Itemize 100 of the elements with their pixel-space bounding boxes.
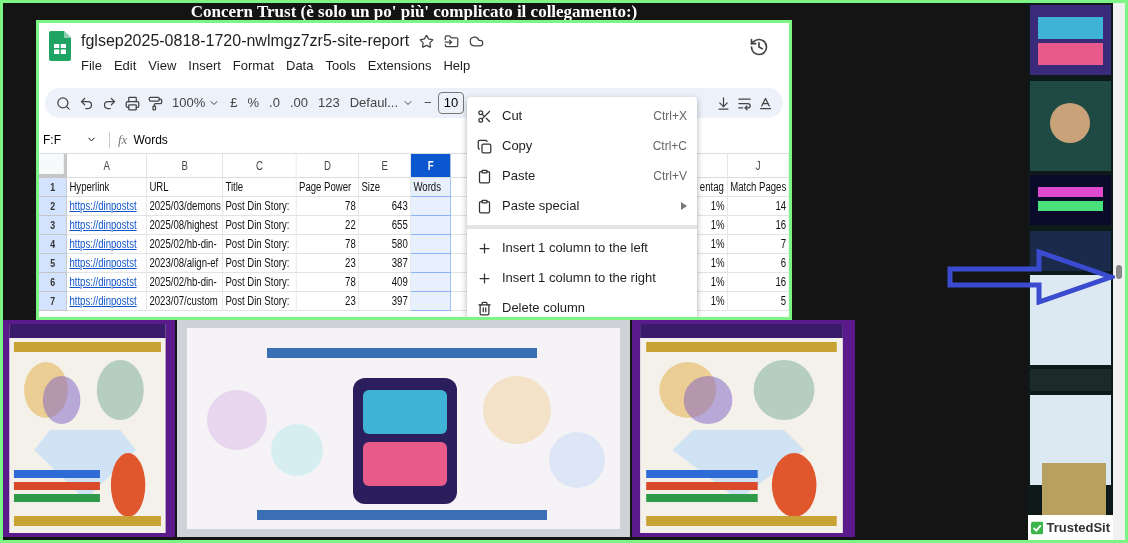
table-cell: Post Din Story: (223, 197, 297, 216)
table-cell: Post Din Story: (223, 292, 297, 311)
row-number[interactable]: 3 (39, 216, 67, 235)
text-wrap-icon[interactable] (737, 95, 752, 111)
check-icon (1031, 520, 1044, 535)
table-cell: Post Din Story: (223, 235, 297, 254)
scrollbar-thumb[interactable] (1116, 265, 1122, 279)
menu-item[interactable]: Data (281, 56, 319, 76)
table-cell: URL (147, 178, 223, 197)
table-cell: 78 (296, 273, 359, 292)
menu-item[interactable]: Edit (108, 56, 142, 76)
table-cell: Post Din Story: (223, 216, 297, 235)
table-cell: 2023/07/custom (147, 292, 223, 311)
column-header[interactable]: C (223, 154, 297, 178)
table-cell (411, 197, 451, 216)
table-cell: 23 (296, 254, 359, 273)
zoom-dropdown[interactable]: 100% (168, 91, 225, 115)
menu-item[interactable]: File (76, 56, 107, 76)
name-box[interactable]: F:F (39, 130, 101, 149)
context-menu-item[interactable]: Copy Ctrl+C (467, 131, 697, 161)
table-cell: 23 (296, 292, 359, 311)
currency-button[interactable]: £ (226, 91, 242, 115)
context-menu-item[interactable]: Paste special (467, 191, 697, 221)
table-cell: Post Din Story: (223, 273, 297, 292)
menu-item[interactable]: View (143, 56, 182, 76)
increase-decimal-button[interactable]: .00 (285, 91, 312, 115)
font-size-field[interactable]: 10 (437, 92, 465, 114)
column-header[interactable]: B (147, 154, 223, 178)
table-cell: 7 (727, 235, 789, 254)
table-cell: https://dinpostst (67, 197, 147, 216)
context-menu-item[interactable]: Insert 1 column to the left (467, 233, 697, 263)
table-cell: Title (223, 178, 297, 197)
trust-badge[interactable]: TrustedSit (1028, 515, 1113, 540)
scrollbar[interactable] (1113, 3, 1125, 540)
row-number[interactable]: 1 (39, 178, 67, 197)
vertical-align-icon[interactable] (716, 95, 731, 111)
table-cell: https://dinpostst (67, 235, 147, 254)
table-cell: 78 (296, 235, 359, 254)
paint-format-icon[interactable] (148, 95, 163, 111)
context-menu-item[interactable]: Insert 1 column to the right (467, 263, 697, 293)
move-folder-icon[interactable] (444, 33, 460, 49)
undo-icon[interactable] (79, 95, 94, 111)
redo-icon[interactable] (102, 95, 117, 111)
table-cell: https://dinpostst (67, 254, 147, 273)
menu-item[interactable]: Insert (183, 56, 226, 76)
column-header[interactable]: D (296, 154, 359, 178)
table-cell: 2023/08/align-ef (147, 254, 223, 273)
row-number[interactable]: 5 (39, 254, 67, 273)
menu-item[interactable]: Extensions (362, 56, 437, 76)
menu-item[interactable]: Format (227, 56, 279, 76)
document-title[interactable]: fglsep2025-0818-1720-nwlmgz7zr5-site-report (81, 29, 410, 53)
corner-cell[interactable] (39, 154, 67, 178)
cut-icon (477, 108, 492, 124)
table-cell: https://dinpostst (67, 273, 147, 292)
table-cell (411, 254, 451, 273)
table-cell: 14 (727, 197, 789, 216)
number-format-button[interactable]: 123 (313, 91, 344, 115)
table-cell: Words (411, 178, 451, 197)
formula-icon: fx (118, 129, 128, 150)
percent-button[interactable]: % (243, 91, 264, 115)
table-cell (411, 235, 451, 254)
table-cell: https://dinpostst (67, 292, 147, 311)
star-icon[interactable] (419, 33, 435, 49)
context-menu-item[interactable]: Cut Ctrl+X (467, 101, 697, 131)
table-cell: 2025/03/demons (147, 197, 223, 216)
context-menu-item[interactable]: Paste Ctrl+V (467, 161, 697, 191)
search-icon[interactable] (56, 95, 71, 111)
delete-icon (477, 300, 492, 316)
table-cell (411, 292, 451, 311)
cloud-icon[interactable] (469, 33, 485, 49)
table-cell: 2025/02/hb-din- (147, 235, 223, 254)
menu-item[interactable]: Help (438, 56, 476, 76)
text-color-icon[interactable] (758, 95, 773, 111)
table-cell: 5 (727, 292, 789, 311)
context-menu-item[interactable]: Delete column (467, 293, 697, 317)
column-header[interactable]: E (359, 154, 411, 178)
column-header[interactable]: F (411, 154, 451, 178)
column-header[interactable]: A (67, 154, 147, 178)
font-dropdown[interactable]: Defaul... (345, 91, 419, 115)
sheets-logo-icon (49, 31, 71, 61)
submenu-arrow-icon (681, 202, 687, 210)
row-number[interactable]: 6 (39, 273, 67, 292)
row-number[interactable]: 4 (39, 235, 67, 254)
insert-icon (477, 270, 492, 286)
table-cell: 16 (727, 216, 789, 235)
decrease-font-size-button[interactable]: − (420, 91, 436, 115)
menu-item[interactable]: Tools (320, 56, 361, 76)
history-icon[interactable] (749, 37, 769, 57)
table-cell: 16 (727, 273, 789, 292)
insert-icon (477, 240, 492, 256)
row-number[interactable]: 7 (39, 292, 67, 311)
table-cell: Page Power (296, 178, 359, 197)
row-number[interactable]: 2 (39, 197, 67, 216)
table-cell: 2025/02/hb-din- (147, 273, 223, 292)
table-cell: Hyperlink (67, 178, 147, 197)
formula-field[interactable]: Words (133, 130, 168, 149)
table-cell: https://dinpostst (67, 216, 147, 235)
decrease-decimal-button[interactable]: .0 (265, 91, 284, 115)
print-icon[interactable] (125, 95, 140, 111)
column-header[interactable]: J (727, 154, 789, 178)
